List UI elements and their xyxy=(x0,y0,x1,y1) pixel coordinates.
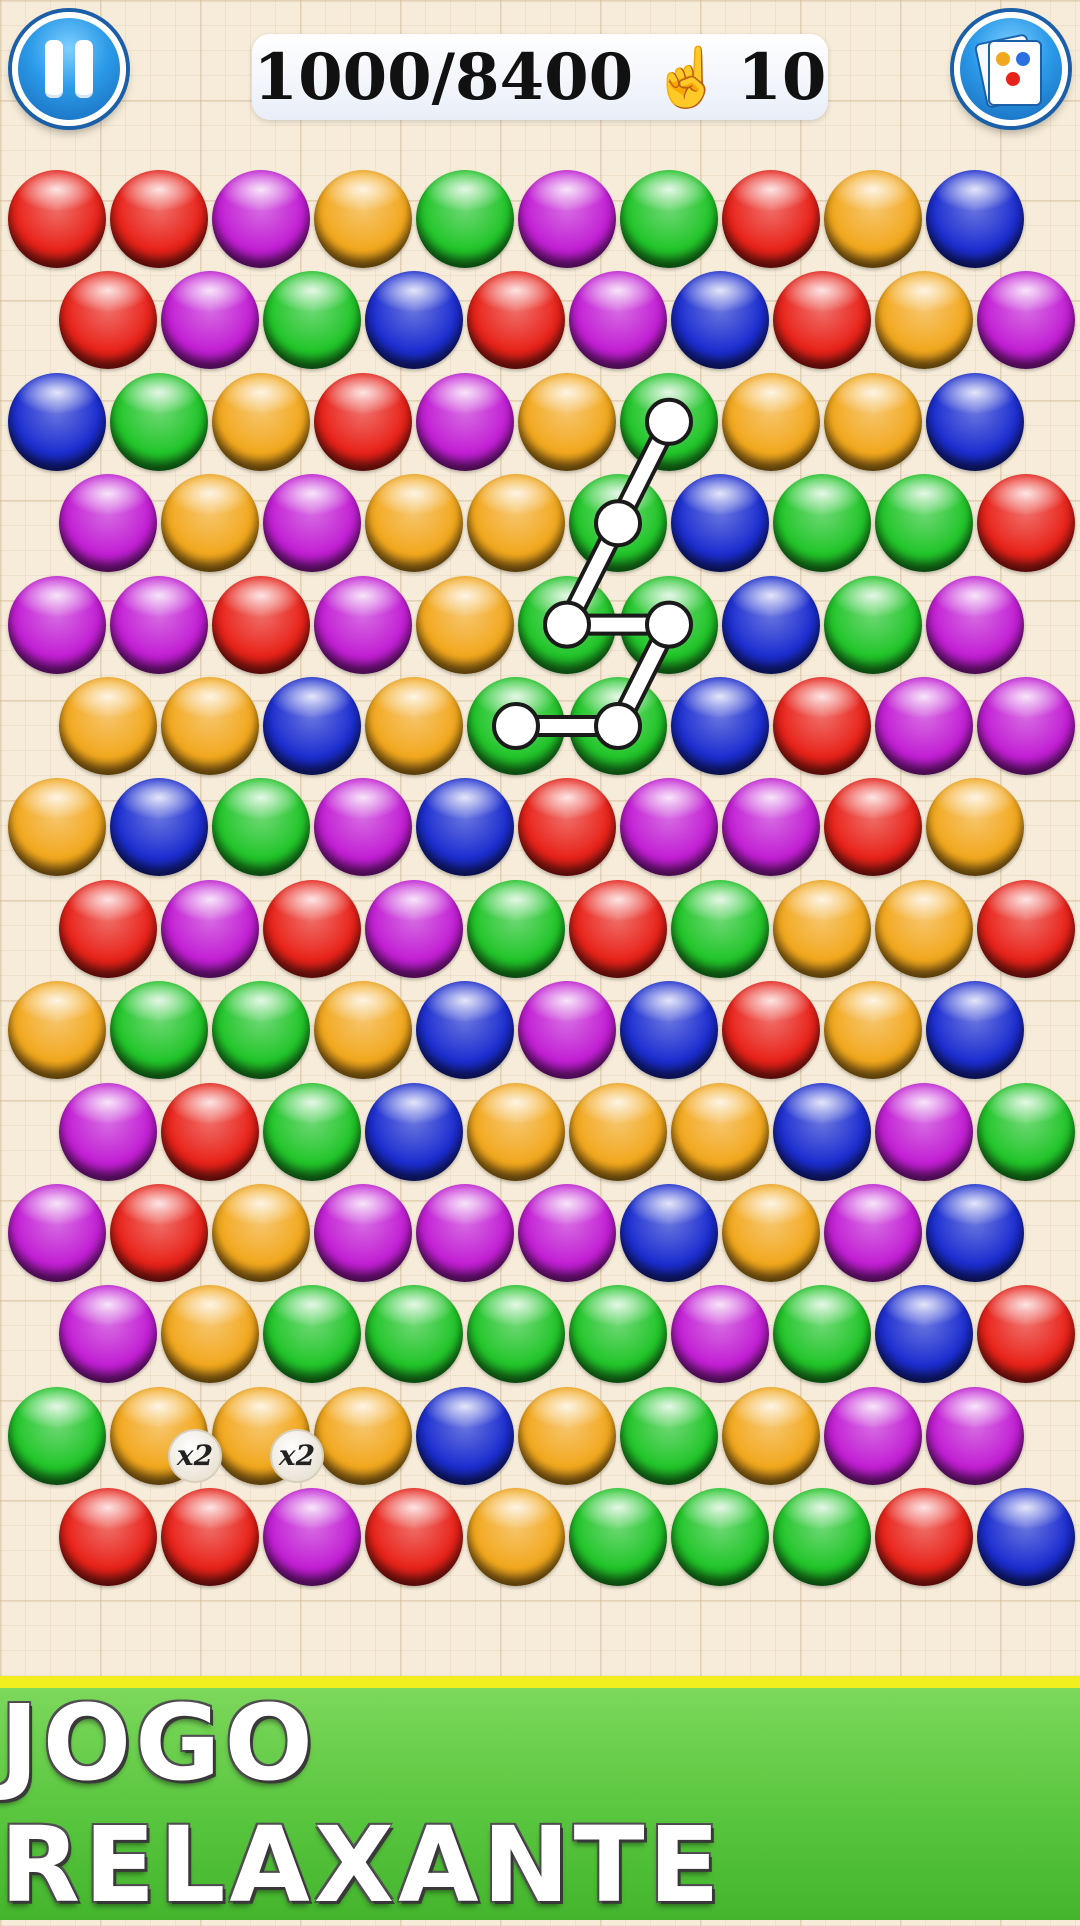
cards-button[interactable] xyxy=(954,12,1068,126)
path-node xyxy=(645,600,693,649)
path-node xyxy=(492,702,540,750)
selection-path xyxy=(492,397,693,750)
score-panel: 1000/8400 ☝ 10 xyxy=(252,34,828,120)
hand-pointer-icon: ☝ xyxy=(651,42,724,111)
path-node xyxy=(594,702,642,750)
path-node xyxy=(645,397,693,446)
moves-count: 10 xyxy=(737,39,827,115)
path-node xyxy=(543,600,591,649)
pause-button[interactable] xyxy=(12,12,126,126)
path-line xyxy=(509,414,676,733)
path-node xyxy=(594,499,642,548)
banner-text: JOGO RELAXANTE xyxy=(0,1682,724,1926)
pause-icon xyxy=(39,40,99,98)
promo-banner: JOGO RELAXANTE xyxy=(0,1682,1080,1926)
cards-icon xyxy=(973,33,1042,109)
score-text: 1000/8400 xyxy=(253,39,634,115)
